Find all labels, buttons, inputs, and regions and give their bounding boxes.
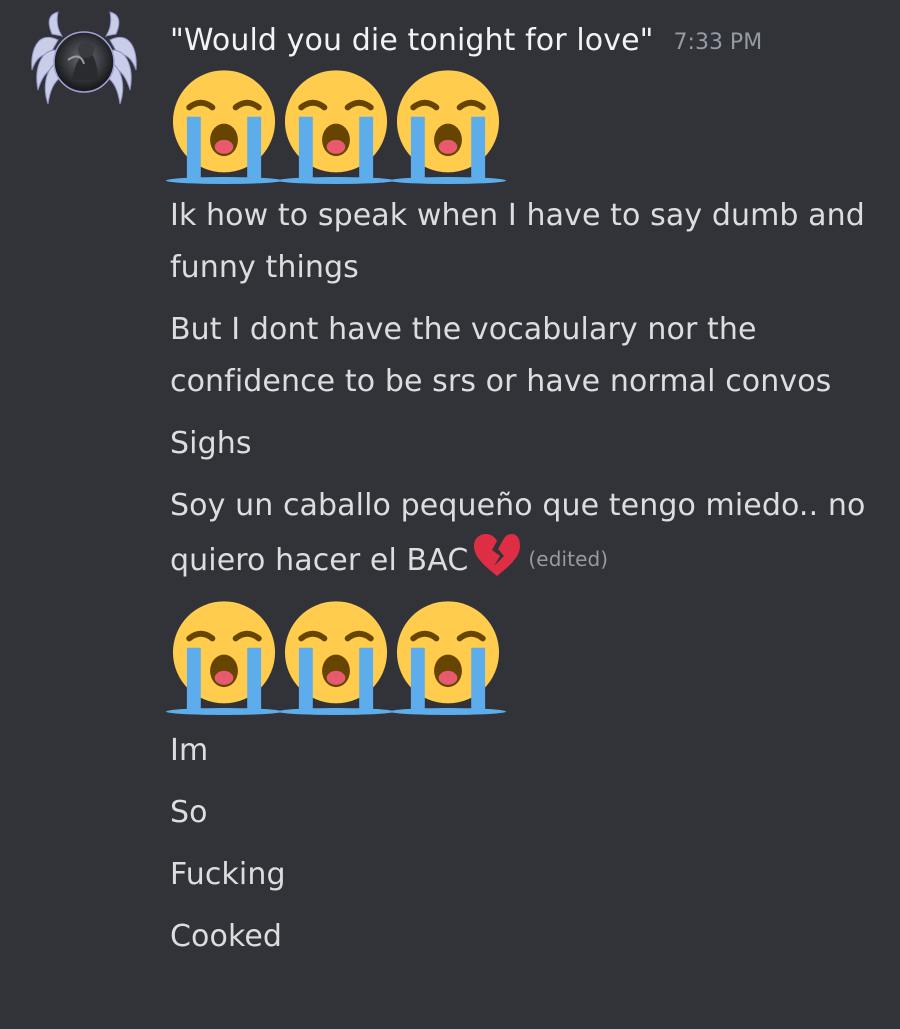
loudly-crying-face-icon[interactable] [166,68,282,184]
loudly-crying-face-icon[interactable] [390,68,506,184]
message-text: Ik how to speak when I have to say dumb … [170,198,865,285]
message-header: "Would you die tonight for love" 7:33 PM [170,16,870,64]
loudly-crying-face-icon[interactable] [390,599,506,715]
angel-wings-avatar-icon [31,11,137,105]
username[interactable]: "Would you die tonight for love" [170,23,654,58]
emoji-row [166,599,870,715]
avatar[interactable] [28,10,140,118]
message-text-edited: Soy un caballo pequeño que tengo miedo..… [170,480,870,587]
message-text: Im [170,733,209,768]
message-group: "Would you die tonight for love" 7:33 PM [166,16,870,963]
message-text: So [170,795,208,830]
message-text: Cooked [170,919,283,954]
message-text: Sighs [170,426,252,461]
loudly-crying-face-icon[interactable] [166,599,282,715]
timestamp[interactable]: 7:33 PM [674,26,763,55]
message-text: But I dont have the vocabulary nor the c… [170,312,832,399]
message-text: Fucking [170,857,286,892]
broken-heart-icon[interactable] [472,532,522,578]
emoji-row [166,68,870,184]
loudly-crying-face-icon[interactable] [278,68,394,184]
loudly-crying-face-icon[interactable] [278,599,394,715]
edited-label: (edited) [528,547,609,571]
